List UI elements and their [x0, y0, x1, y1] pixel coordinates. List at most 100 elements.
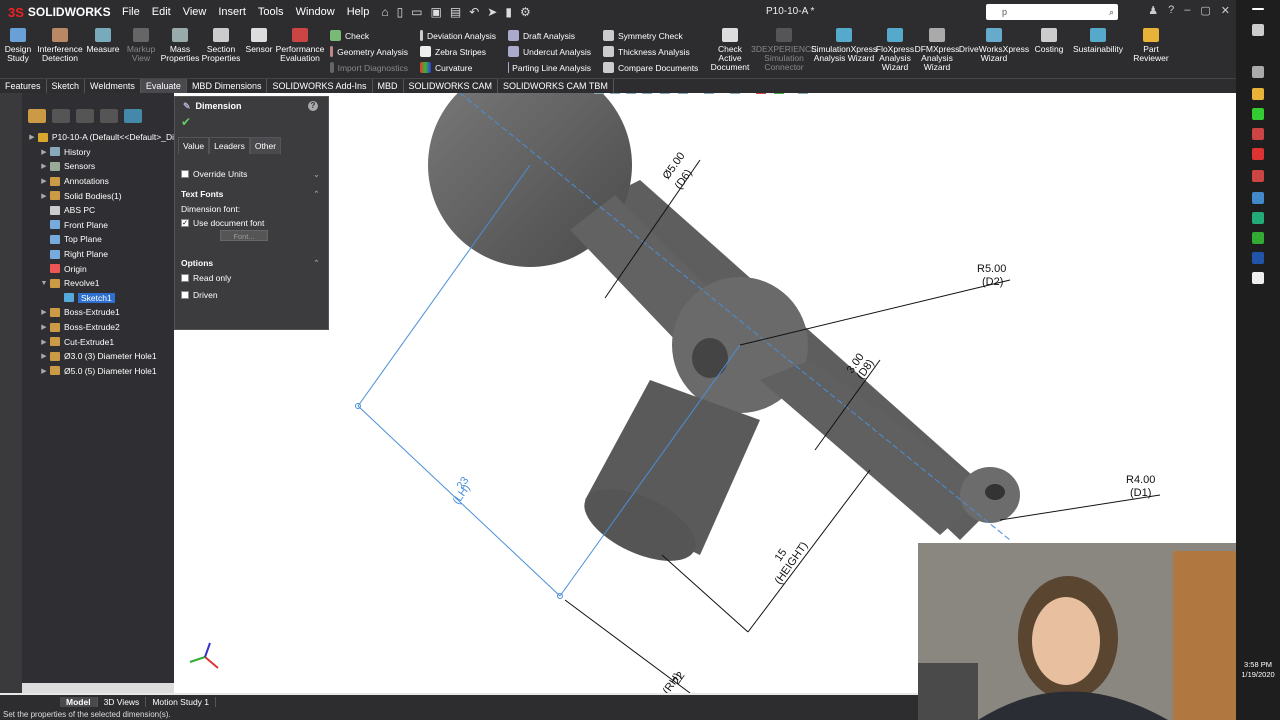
floxpress-button[interactable]: FloXpress Analysis Wizard [875, 28, 915, 72]
start-icon[interactable] [1252, 8, 1264, 10]
chevron-up-icon[interactable]: ⌃ [313, 189, 320, 200]
sustainability-button[interactable]: Sustainability [1069, 28, 1127, 54]
dfmxpress-button[interactable]: DFMXpress Analysis Wizard [915, 28, 959, 72]
driveworksxpress-button[interactable]: DriveWorksXpress Wizard [959, 28, 1029, 63]
save-icon[interactable]: ▣ [431, 5, 442, 19]
tree-item[interactable]: ▶ Solid Bodies(1) [22, 188, 174, 203]
compare-documents-button[interactable]: Compare Documents [603, 62, 699, 73]
check-active-document-button[interactable]: Check Active Document [705, 28, 755, 72]
expand-arrow-icon[interactable]: ▶ [38, 308, 50, 316]
expand-arrow-icon[interactable]: ▶ [38, 352, 50, 360]
driven-row[interactable]: Driven [175, 288, 328, 302]
geometry-analysis-button[interactable]: Geometry Analysis [330, 46, 408, 57]
undo-icon[interactable]: ↶ [469, 5, 479, 19]
interference-detection-button[interactable]: Interference Detection [36, 28, 84, 63]
tree-item[interactable]: ▼ Revolve1 [22, 276, 174, 291]
config-manager-tab-icon[interactable] [76, 109, 94, 123]
feature-tree-scrollbar[interactable] [22, 683, 174, 693]
tree-item[interactable]: Origin [22, 261, 174, 276]
word-icon[interactable] [1252, 252, 1264, 264]
app-icon[interactable] [1252, 232, 1264, 244]
override-units-row[interactable]: Override Units ⌄ [175, 166, 328, 182]
tab-sketch[interactable]: Sketch [47, 79, 86, 93]
close-icon[interactable]: ✕ [1221, 4, 1230, 17]
tree-item[interactable]: ▶ Sensors [22, 159, 174, 174]
check-button[interactable]: Check [330, 30, 408, 41]
lower-shaft[interactable] [760, 360, 990, 535]
curvature-button[interactable]: Curvature [420, 62, 496, 73]
menu-tools[interactable]: Tools [258, 6, 284, 18]
design-study-button[interactable]: Design Study [0, 28, 36, 63]
expand-arrow-icon[interactable]: ▼ [38, 280, 50, 287]
mass-properties-button[interactable]: Mass Properties [160, 28, 200, 63]
font-button[interactable]: Font... [220, 230, 268, 241]
tab-features[interactable]: Features [0, 79, 47, 93]
tree-item[interactable]: ABS PC [22, 203, 174, 218]
tab-value[interactable]: Value [178, 137, 210, 154]
menu-edit[interactable]: Edit [152, 6, 171, 18]
heads-up-toolbar[interactable] [594, 93, 808, 94]
tree-item[interactable]: ▶ P10-10-A (Default<<Default>_Di [22, 130, 174, 145]
tree-item[interactable]: ▶ Annotations [22, 174, 174, 189]
expand-arrow-icon[interactable]: ▶ [38, 323, 50, 331]
menu-window[interactable]: Window [296, 6, 335, 18]
options-icon[interactable]: ⚙ [520, 5, 531, 19]
restore-icon[interactable]: ▢ [1200, 4, 1210, 17]
read-only-row[interactable]: Read only [175, 271, 328, 285]
part-reviewer-button[interactable]: Part Reviewer [1127, 28, 1175, 63]
menu-file[interactable]: File [122, 6, 140, 18]
tab-mbd[interactable]: MBD [373, 79, 404, 93]
chevron-up-icon[interactable]: ⌃ [313, 258, 320, 269]
draft-analysis-button[interactable]: Draft Analysis [508, 30, 591, 41]
tree-item[interactable]: Sketch1 [22, 291, 174, 306]
performance-evaluation-button[interactable]: Performance Evaluation [276, 28, 324, 63]
print-icon[interactable]: ▤ [450, 5, 461, 19]
markup-view-button[interactable]: Markup View [122, 28, 160, 63]
tab-model[interactable]: Model [60, 697, 98, 707]
expand-arrow-icon[interactable]: ▶ [26, 133, 38, 141]
tree-item[interactable]: ▶ Ø5.0 (5) Diameter Hole1 [22, 364, 174, 379]
app-icon[interactable] [1252, 192, 1264, 204]
measure-button[interactable]: Measure [84, 28, 122, 54]
tree-item[interactable]: ▶ Boss-Extrude1 [22, 305, 174, 320]
driven-checkbox[interactable] [181, 291, 189, 299]
chrome-icon[interactable] [1252, 108, 1264, 120]
tree-item[interactable]: ▶ Ø3.0 (3) Diameter Hole1 [22, 349, 174, 364]
simulationxpress-button[interactable]: SimulationXpress Analysis Wizard [811, 28, 877, 63]
dimxpert-tab-icon[interactable] [100, 109, 118, 123]
expand-arrow-icon[interactable]: ▶ [38, 192, 50, 200]
end-hole[interactable] [985, 484, 1005, 500]
rebuild-icon[interactable]: ▮ [505, 5, 512, 19]
dim-height-name[interactable]: (HEIGHT) [773, 540, 811, 587]
display-manager-tab-icon[interactable] [124, 109, 142, 123]
expand-arrow-icon[interactable]: ▶ [38, 162, 50, 170]
dim-d2-value[interactable]: R5.00 [977, 263, 1006, 275]
tab-cam-tbm[interactable]: SOLIDWORKS CAM TBM [498, 79, 614, 93]
menu-help[interactable]: Help [347, 6, 370, 18]
expand-arrow-icon[interactable]: ▶ [38, 367, 50, 375]
text-fonts-section[interactable]: Text Fonts ⌃ [175, 186, 328, 202]
tree-item[interactable]: Front Plane [22, 218, 174, 233]
app-icon[interactable] [1252, 272, 1264, 284]
help-icon[interactable]: ? [1168, 4, 1174, 17]
search-icon[interactable] [1252, 24, 1264, 36]
joint-hole[interactable] [692, 338, 728, 378]
new-icon[interactable]: ▯ [397, 5, 404, 19]
undercut-analysis-button[interactable]: Undercut Analysis [508, 46, 591, 57]
costing-button[interactable]: Costing [1029, 28, 1069, 54]
open-icon[interactable]: ▭ [411, 5, 422, 19]
help-icon[interactable]: ? [308, 101, 318, 111]
dim-d1-name[interactable]: (D1) [1130, 487, 1151, 499]
search-icon[interactable]: ⌕ [1109, 4, 1114, 20]
tree-item[interactable]: Right Plane [22, 247, 174, 262]
user-icon[interactable]: ♟ [1148, 4, 1158, 17]
acrobat-icon[interactable] [1252, 148, 1264, 160]
menu-insert[interactable]: Insert [218, 6, 246, 18]
select-icon[interactable]: ➤ [487, 5, 497, 19]
use-document-font-row[interactable]: ✓ Use document font [175, 216, 328, 230]
read-only-checkbox[interactable] [181, 274, 189, 282]
tab-3d-views[interactable]: 3D Views [98, 697, 147, 707]
property-manager-tab-icon[interactable] [52, 109, 70, 123]
dim-lh-name[interactable]: (LH) [451, 482, 473, 506]
tab-motion-study[interactable]: Motion Study 1 [146, 697, 217, 707]
